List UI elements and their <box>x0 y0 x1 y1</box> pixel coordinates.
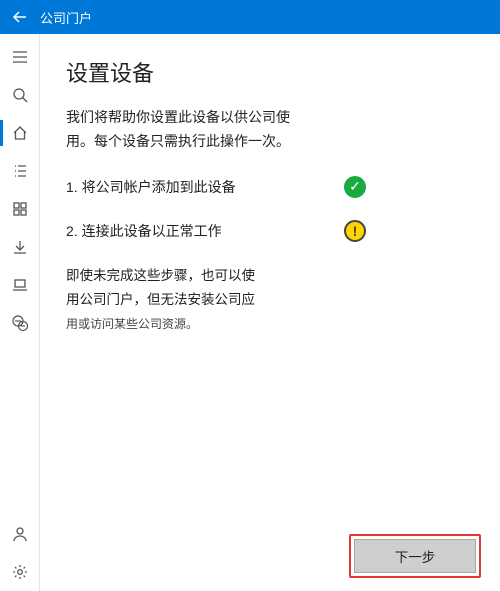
gear-icon <box>12 564 28 580</box>
step-2-label: 2. 连接此设备以正常工作 <box>66 221 222 241</box>
note-small: 用或访问某些公司资源。 <box>66 317 198 331</box>
app-title: 公司门户 <box>40 8 92 27</box>
download-icon <box>12 239 28 255</box>
sidebar-item-devices[interactable] <box>0 266 40 304</box>
sidebar-item-categories[interactable] <box>0 190 40 228</box>
back-arrow-icon <box>12 9 28 25</box>
note-line2: 用公司门户，但无法安装公司应 <box>66 292 255 307</box>
step-1: 1. 将公司帐户添加到此设备 ✓ <box>66 176 366 198</box>
note-line1: 即使未完成这些步骤，也可以使 <box>66 268 255 283</box>
sidebar-item-home[interactable] <box>0 114 40 152</box>
main-content: 设置设备 我们将帮助你设置此设备以供公司使用。每个设备只需执行此操作一次。 1.… <box>40 34 500 591</box>
sidebar-item-search[interactable] <box>0 76 40 114</box>
step-1-label: 1. 将公司帐户添加到此设备 <box>66 177 236 197</box>
sidebar-item-menu[interactable] <box>0 38 40 76</box>
page-title: 设置设备 <box>66 56 460 88</box>
laptop-icon <box>12 277 28 293</box>
hamburger-icon <box>12 49 28 65</box>
sidebar-item-downloads[interactable] <box>0 228 40 266</box>
list-icon <box>12 163 28 179</box>
intro-text: 我们将帮助你设置此设备以供公司使用。每个设备只需执行此操作一次。 <box>66 106 316 154</box>
warning-circle-icon: ! <box>344 220 366 242</box>
sidebar-item-support[interactable] <box>0 304 40 342</box>
next-button[interactable]: 下一步 <box>354 539 476 573</box>
sidebar-item-account[interactable] <box>0 515 40 553</box>
setup-steps: 1. 将公司帐户添加到此设备 ✓ 2. 连接此设备以正常工作 ! <box>66 176 366 242</box>
back-button[interactable] <box>8 9 32 25</box>
check-circle-icon: ✓ <box>344 176 366 198</box>
search-icon <box>12 87 28 103</box>
person-icon <box>12 526 28 542</box>
chat-icon <box>11 314 29 332</box>
sidebar-item-apps[interactable] <box>0 152 40 190</box>
step-2: 2. 连接此设备以正常工作 ! <box>66 220 366 242</box>
home-icon <box>12 125 28 141</box>
sidebar <box>0 34 40 591</box>
note-text: 即使未完成这些步骤，也可以使 用公司门户，但无法安装公司应 用或访问某些公司资源… <box>66 264 316 337</box>
sidebar-item-settings[interactable] <box>0 553 40 591</box>
grid-icon <box>12 201 28 217</box>
